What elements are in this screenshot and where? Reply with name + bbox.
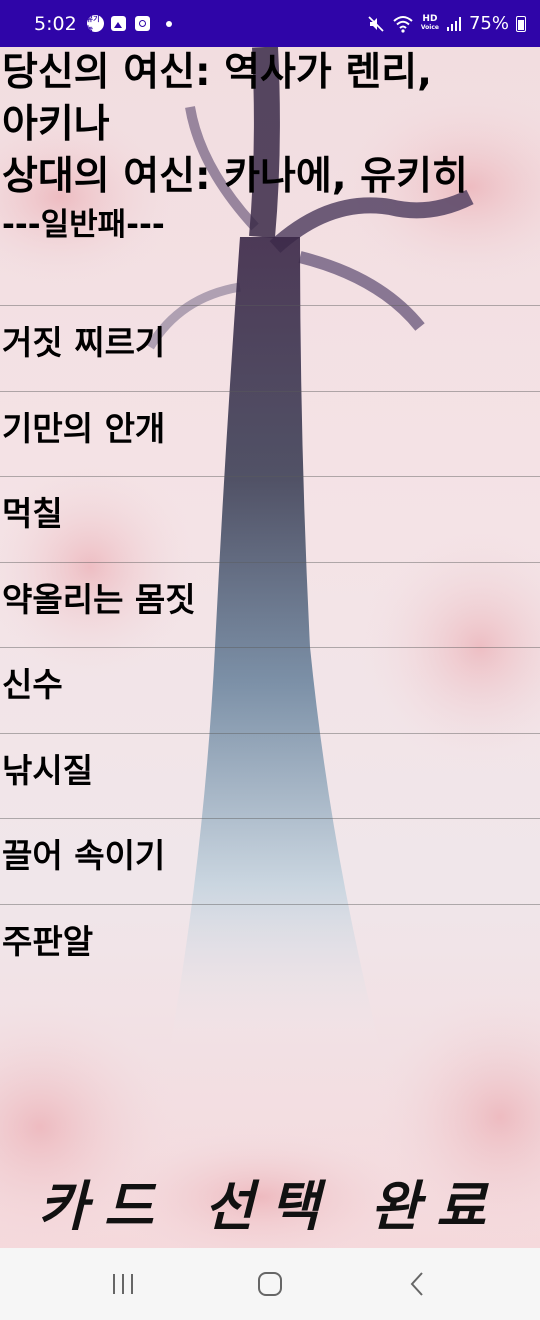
more-notifications-dot-icon [165, 20, 172, 27]
back-icon [410, 1272, 423, 1296]
card-item[interactable]: 주판알 [0, 903, 540, 990]
my-goddess-label-continued: 아키나 [2, 102, 110, 147]
signal-icon [446, 16, 461, 31]
card-item[interactable]: 신수 [0, 647, 540, 733]
navigation-bar [0, 1248, 540, 1320]
hd-label-bottom: Voice [420, 24, 439, 31]
card-list: 거짓 찌르기 기만의 안개 먹칠 약올리는 몸짓 신수 낚시질 끌어 속이기 주… [0, 305, 540, 989]
status-right: HD Voice 75% [367, 13, 526, 34]
notification-app-icon: 유기농 [86, 14, 104, 33]
screen: 5:02 유기농 HD Voice 75% 당신의 여신: 역사가 렌리, 아키… [0, 0, 540, 1320]
notification-app-icon-text: 유기농 [86, 14, 100, 33]
opponent-goddess-label: 상대의 여신: 카나에, 유키히 [2, 154, 468, 199]
status-bar: 5:02 유기농 HD Voice 75% [0, 0, 540, 47]
my-goddess-label: 당신의 여신: 역사가 렌리, [2, 50, 432, 95]
home-button[interactable] [240, 1259, 300, 1309]
card-item[interactable]: 기만의 안개 [0, 390, 540, 477]
card-item[interactable]: 거짓 찌르기 [0, 305, 540, 391]
gallery-icon [110, 16, 126, 31]
mute-icon [368, 15, 384, 32]
card-item[interactable]: 끌어 속이기 [0, 818, 540, 904]
content: 당신의 여신: 역사가 렌리, 아키나 상대의 여신: 카나에, 유키히 ---… [0, 47, 540, 961]
camera-icon [134, 16, 150, 31]
hd-voice-icon: HD Voice [421, 15, 439, 32]
hd-label-top: HD [422, 14, 438, 24]
home-icon [257, 1272, 282, 1296]
card-item[interactable]: 낚시질 [0, 732, 540, 819]
battery-percent: 75% [468, 13, 509, 34]
wifi-icon [393, 15, 413, 33]
card-item[interactable]: 먹칠 [0, 476, 540, 562]
recents-icon [113, 1274, 134, 1294]
back-button[interactable] [387, 1259, 447, 1309]
normal-cards-section-label: ---일반패--- [2, 207, 165, 243]
card-item[interactable]: 약올리는 몸짓 [0, 561, 540, 648]
status-time: 5:02 [34, 12, 77, 35]
confirm-card-selection-button[interactable]: 카드 선택 완료 [30, 1156, 510, 1246]
recents-button[interactable] [93, 1259, 153, 1309]
battery-icon [516, 15, 526, 32]
